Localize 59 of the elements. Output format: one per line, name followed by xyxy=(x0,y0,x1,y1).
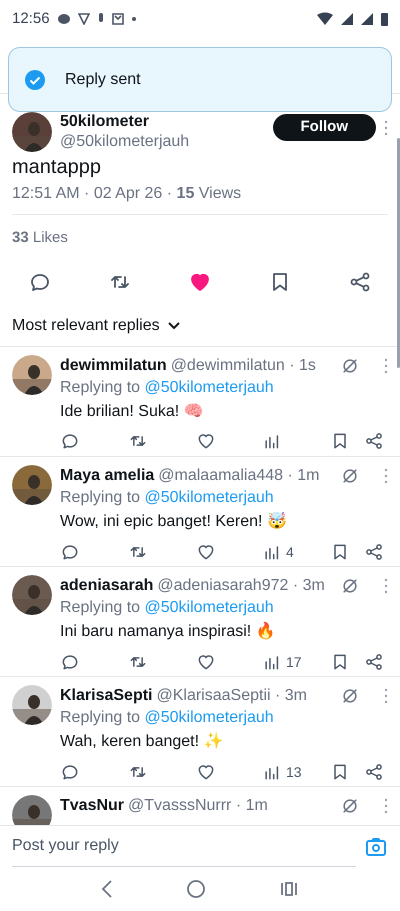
mention-link[interactable]: @50kilometerjauh xyxy=(144,488,274,506)
reply-author-name: KlarisaSepti xyxy=(60,686,152,706)
reply-meta: @KlarisaaSeptii · 3m xyxy=(156,686,307,706)
more-icon[interactable] xyxy=(384,798,388,814)
mention-link[interactable]: @50kilometerjauh xyxy=(144,708,274,726)
reply-author-name: Maya amelia xyxy=(60,466,154,486)
likes-count: 33 Likes xyxy=(12,228,69,248)
reply-meta: @TvasssNurrr · 1m xyxy=(128,796,268,816)
replying-label: Replying to xyxy=(60,708,142,726)
author-handle: @50kilometerjauh xyxy=(60,132,190,152)
tweet-text: mantappp xyxy=(12,155,102,180)
chevron-down-icon xyxy=(168,322,180,330)
reply-text: Wow, ini epic banget! Keren! 🤯 xyxy=(60,511,288,532)
recents-icon[interactable] xyxy=(279,879,300,899)
tweet-meta: 12:51 AM · 02 Apr 26 · 15 Views xyxy=(12,184,242,204)
more-icon[interactable] xyxy=(384,578,388,594)
author-name: 50kilometer xyxy=(60,112,150,132)
reply-text: Wah, keren banget! ✨ xyxy=(60,731,224,752)
more-icon[interactable] xyxy=(384,688,388,704)
signal-icon xyxy=(361,13,373,25)
share-icon[interactable] xyxy=(364,762,384,782)
microphone-icon xyxy=(98,13,104,25)
replying-label: Replying to xyxy=(60,488,142,506)
reply-meta: @adeniasarah972 · 3m xyxy=(157,576,325,596)
replying-label: Replying to xyxy=(60,598,142,616)
back-icon[interactable] xyxy=(100,879,113,899)
share-icon[interactable] xyxy=(364,430,384,450)
reply-meta: @dewimmilatun · 1s xyxy=(170,356,316,376)
sort-dropdown[interactable]: Most relevant replies xyxy=(12,314,180,338)
views-count: 4 xyxy=(286,542,294,562)
home-icon[interactable] xyxy=(186,879,206,899)
reply-meta: @malaamalia448 · 1m xyxy=(158,466,320,486)
chat-bubble-icon xyxy=(58,13,70,25)
reply-author-name: TvasNur xyxy=(60,796,124,816)
mention-link[interactable]: @50kilometerjauh xyxy=(144,598,274,616)
reply-text: Ide brilian! Suka! 🧠 xyxy=(60,402,205,422)
dot-icon xyxy=(132,17,136,21)
toast-text: Reply sent xyxy=(65,70,141,90)
reply-text: Ini baru namanya inspirasi! 🔥 xyxy=(60,620,277,642)
replying-label: Replying to xyxy=(60,378,142,396)
mail-icon xyxy=(112,13,124,25)
status-time: 12:56 xyxy=(12,8,50,29)
more-icon[interactable] xyxy=(384,358,388,374)
share-icon[interactable] xyxy=(364,542,384,562)
more-icon[interactable] xyxy=(384,120,388,136)
signal-icon xyxy=(341,13,353,25)
views-count: 13 xyxy=(286,762,302,782)
wifi-icon xyxy=(317,12,333,26)
check-icon xyxy=(25,70,45,90)
follow-button[interactable]: Follow xyxy=(272,114,376,140)
share-icon[interactable] xyxy=(348,270,372,294)
reply-author-name: adeniasarah xyxy=(60,576,154,596)
views-count: 17 xyxy=(286,652,302,672)
more-icon[interactable] xyxy=(384,468,388,484)
share-icon[interactable] xyxy=(364,652,384,672)
reply-author-name: dewimmilatun xyxy=(60,356,167,376)
mention-link[interactable]: @50kilometerjauh xyxy=(144,378,274,396)
reply-input[interactable]: Post your reply xyxy=(12,826,356,867)
battery-icon xyxy=(381,12,388,26)
